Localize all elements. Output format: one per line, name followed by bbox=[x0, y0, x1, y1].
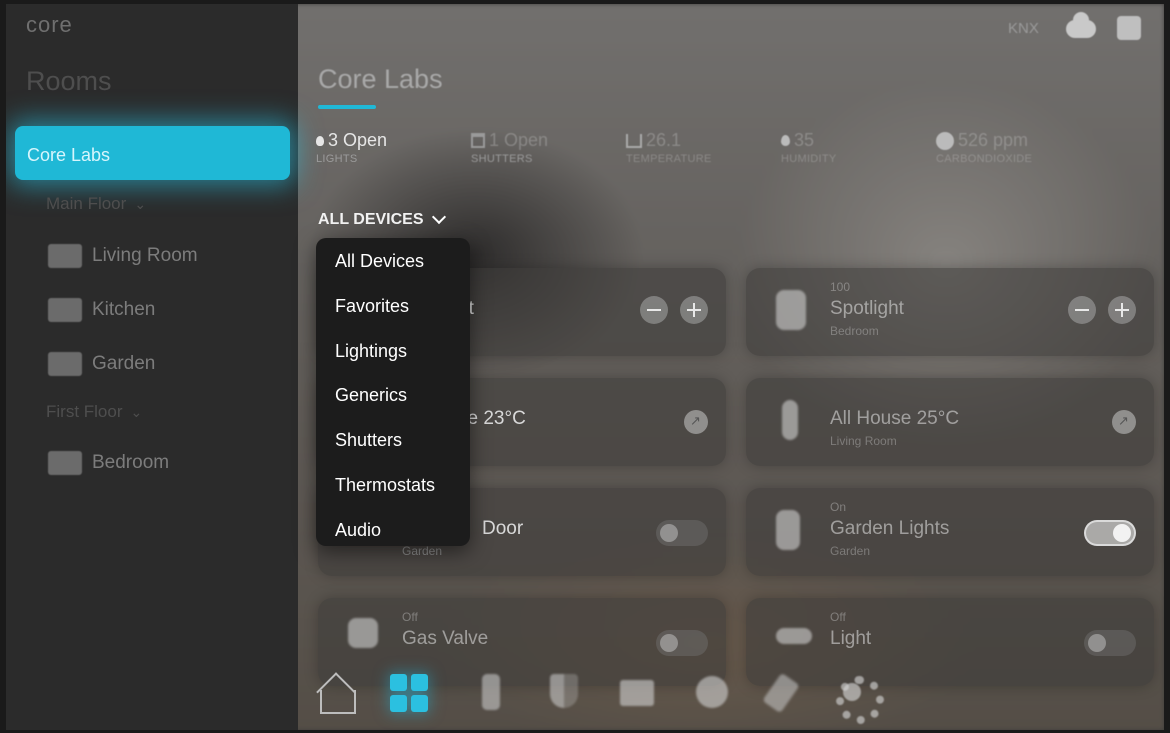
rooms-title: Rooms bbox=[26, 66, 112, 96]
filter-option-favorites[interactable]: Favorites bbox=[316, 293, 470, 338]
stat-shutters: 1 Open SHUTTERS bbox=[471, 130, 549, 165]
bottom-nav bbox=[306, 662, 866, 722]
settings-gear-icon[interactable] bbox=[830, 672, 872, 714]
device-card-garden-lights[interactable]: On Garden Lights Garden bbox=[746, 488, 1154, 576]
sidebar-item-garden[interactable]: Garden bbox=[48, 349, 155, 379]
security-shield-icon[interactable] bbox=[544, 672, 586, 714]
increase-button[interactable] bbox=[680, 296, 708, 324]
sidebar-item-label: Core Labs bbox=[27, 145, 111, 165]
increase-button[interactable] bbox=[1108, 296, 1136, 324]
title-underline bbox=[318, 105, 376, 109]
open-arrow-icon[interactable] bbox=[1112, 410, 1136, 434]
remote-icon[interactable] bbox=[470, 672, 512, 714]
device-filter-dropdown: All Devices Favorites Lightings Generics… bbox=[316, 238, 470, 546]
sidebar-item-bedroom[interactable]: Bedroom bbox=[48, 448, 169, 478]
thermometer-icon bbox=[782, 400, 798, 440]
stat-lights: 3 Open LIGHTS bbox=[316, 130, 388, 165]
filter-option-shutters[interactable]: Shutters bbox=[316, 427, 470, 472]
garden-lights-toggle[interactable] bbox=[1084, 520, 1136, 546]
sidebar-item-kitchen[interactable]: Kitchen bbox=[48, 295, 155, 325]
lamp-icon bbox=[776, 510, 800, 550]
scenes-clapperboard-icon[interactable] bbox=[616, 672, 658, 714]
decrease-button[interactable] bbox=[1068, 296, 1096, 324]
filter-option-audio[interactable]: Audio bbox=[316, 517, 470, 562]
shutter-icon bbox=[471, 133, 485, 148]
bulb-icon bbox=[776, 290, 806, 330]
house-temp-icon bbox=[626, 133, 642, 148]
sidebar-item-core-labs[interactable]: Core Labs bbox=[15, 126, 290, 180]
floor-first[interactable]: First Floor ⌄ bbox=[46, 402, 142, 422]
filter-option-lightings[interactable]: Lightings bbox=[316, 338, 470, 383]
knx-label[interactable]: KNX bbox=[1008, 20, 1039, 37]
light-toggle[interactable] bbox=[1084, 630, 1136, 656]
app-logo: core bbox=[26, 12, 73, 37]
gas-valve-toggle[interactable] bbox=[656, 630, 708, 656]
sidebar: core Rooms Core Labs Main Floor ⌄ Living … bbox=[6, 4, 298, 730]
valve-icon bbox=[348, 618, 378, 648]
sidebar-item-living-room[interactable]: Living Room bbox=[48, 241, 198, 271]
door-toggle[interactable] bbox=[656, 520, 708, 546]
schedule-clock-icon[interactable] bbox=[688, 672, 730, 714]
device-card-thermostat-2[interactable]: All House 25°C Living Room bbox=[746, 378, 1154, 466]
filter-option-thermostats[interactable]: Thermostats bbox=[316, 472, 470, 517]
device-filter-button[interactable]: ALL DEVICES bbox=[318, 209, 446, 229]
cloud-icon[interactable] bbox=[1066, 12, 1096, 38]
stats-bar: 3 Open LIGHTS 1 Open SHUTTERS 26.1 TEMPE… bbox=[316, 130, 1106, 165]
decrease-button[interactable] bbox=[640, 296, 668, 324]
app-window: core Rooms Core Labs Main Floor ⌄ Living … bbox=[6, 4, 1164, 730]
sofa-icon bbox=[48, 244, 82, 268]
home-box-icon[interactable] bbox=[1117, 16, 1141, 40]
stat-temperature: 26.1 TEMPERATURE bbox=[626, 130, 712, 165]
co2-icon bbox=[936, 131, 954, 150]
stat-humidity: 35 HUMIDITY bbox=[781, 130, 837, 165]
stat-co2: 526 ppm CARBONDIOXIDE bbox=[936, 130, 1033, 165]
cleaning-icon[interactable] bbox=[760, 672, 802, 714]
ceiling-light-icon bbox=[776, 628, 812, 644]
open-arrow-icon[interactable] bbox=[684, 410, 708, 434]
bulb-icon bbox=[316, 135, 324, 146]
bed-icon bbox=[48, 451, 82, 475]
chevron-down-icon: ⌄ bbox=[134, 196, 147, 212]
drop-icon bbox=[781, 135, 790, 146]
filter-option-generics[interactable]: Generics bbox=[316, 382, 470, 427]
chevron-down-icon bbox=[431, 209, 446, 225]
filter-option-all-devices[interactable]: All Devices bbox=[316, 248, 470, 293]
page-title: Core Labs bbox=[318, 64, 443, 94]
device-card-spotlight[interactable]: 100 Spotlight Bedroom bbox=[746, 268, 1154, 356]
home-icon[interactable] bbox=[316, 672, 358, 714]
chevron-down-icon: ⌄ bbox=[130, 404, 143, 420]
devices-grid-icon[interactable] bbox=[388, 672, 430, 714]
garden-icon bbox=[48, 352, 82, 376]
kitchen-icon bbox=[48, 298, 82, 322]
floor-main[interactable]: Main Floor ⌄ bbox=[46, 194, 146, 214]
